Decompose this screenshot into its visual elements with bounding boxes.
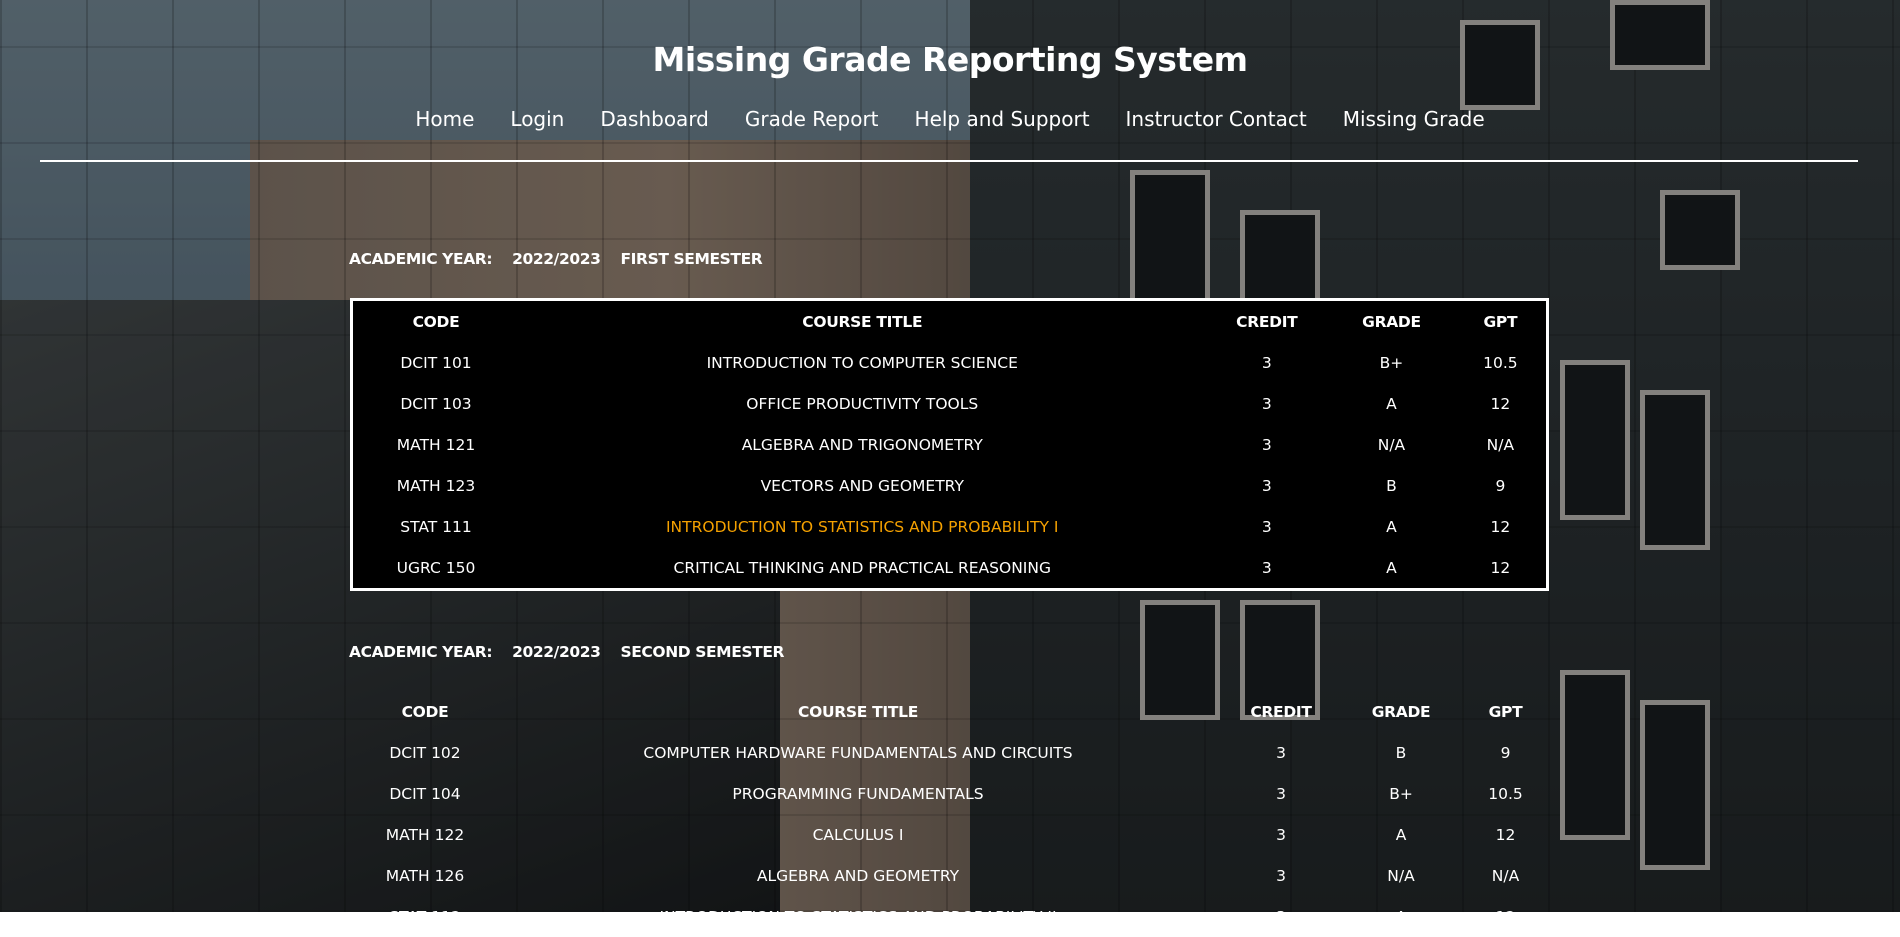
first-semester-grades-table: CODE COURSE TITLE CREDIT GRADE GPT DCIT … bbox=[350, 298, 1549, 591]
course-title: INTRODUCTION TO STATISTICS AND PROBABILI… bbox=[659, 907, 1057, 926]
column-header-credit: CREDIT bbox=[1250, 702, 1312, 721]
nav-help-and-support[interactable]: Help and Support bbox=[915, 107, 1090, 131]
course-grade: A bbox=[1395, 825, 1407, 844]
table-row: MATH 123 VECTORS AND GEOMETRY 3 B 9 bbox=[352, 465, 1548, 506]
table-row: STAT 112 INTRODUCTION TO STATISTICS AND … bbox=[350, 896, 1555, 937]
column-header-gpt: GPT bbox=[1483, 312, 1518, 331]
course-gpt: 12 bbox=[1490, 394, 1511, 413]
course-code: DCIT 102 bbox=[389, 743, 461, 762]
table-row: UGRC 150 CRITICAL THINKING AND PRACTICAL… bbox=[352, 547, 1548, 590]
course-gpt: 12 bbox=[1490, 517, 1511, 536]
course-title: PROGRAMMING FUNDAMENTALS bbox=[732, 784, 984, 803]
course-gpt: 12 bbox=[1495, 907, 1516, 926]
academic-year-value: 2022/2023 bbox=[512, 643, 601, 661]
course-code: MATH 123 bbox=[396, 476, 476, 495]
column-header-code: CODE bbox=[401, 702, 449, 721]
course-title: COMPUTER HARDWARE FUNDAMENTALS AND CIRCU… bbox=[643, 743, 1073, 762]
course-credit: 3 bbox=[1261, 353, 1272, 372]
semester-name: SECOND SEMESTER bbox=[620, 643, 785, 661]
course-gpt: 12 bbox=[1490, 558, 1511, 577]
semester-heading: ACADEMIC YEAR: 2022/2023 SECOND SEMESTER bbox=[349, 643, 784, 661]
course-grade: N/A bbox=[1387, 866, 1415, 885]
course-credit: 3 bbox=[1261, 394, 1272, 413]
course-code: MATH 121 bbox=[396, 435, 476, 454]
column-header-course-title: COURSE TITLE bbox=[798, 702, 918, 721]
column-header-gpt: GPT bbox=[1488, 702, 1523, 721]
course-grade: A bbox=[1395, 907, 1407, 926]
course-code: MATH 126 bbox=[385, 866, 465, 885]
table-row-highlighted: STAT 111 INTRODUCTION TO STATISTICS AND … bbox=[352, 506, 1548, 547]
course-credit: 3 bbox=[1276, 866, 1286, 885]
course-grade: B+ bbox=[1389, 784, 1413, 803]
course-grade: B bbox=[1395, 743, 1407, 762]
semester-name: FIRST SEMESTER bbox=[620, 250, 763, 268]
course-gpt: 10.5 bbox=[1483, 353, 1518, 372]
course-title: CALCULUS I bbox=[812, 825, 904, 844]
course-code: DCIT 104 bbox=[389, 784, 461, 803]
course-credit: 3 bbox=[1261, 558, 1272, 577]
academic-year-value: 2022/2023 bbox=[512, 250, 601, 268]
course-title: ALGEBRA AND GEOMETRY bbox=[756, 866, 960, 885]
table-row: MATH 126 ALGEBRA AND GEOMETRY 3 N/A N/A bbox=[350, 855, 1555, 896]
course-gpt: 9 bbox=[1495, 476, 1506, 495]
nav-dashboard[interactable]: Dashboard bbox=[600, 107, 709, 131]
table-header-row: CODE COURSE TITLE CREDIT GRADE GPT bbox=[352, 300, 1548, 343]
column-header-code: CODE bbox=[412, 312, 460, 331]
nav-grade-report[interactable]: Grade Report bbox=[745, 107, 879, 131]
header-divider bbox=[40, 160, 1858, 162]
table-header-row: CODE COURSE TITLE CREDIT GRADE GPT bbox=[350, 691, 1555, 732]
course-gpt: 12 bbox=[1495, 825, 1516, 844]
course-title-link[interactable]: INTRODUCTION TO STATISTICS AND PROBABILI… bbox=[519, 506, 1205, 547]
course-grade: N/A bbox=[1377, 435, 1406, 454]
course-credit: 3 bbox=[1261, 435, 1272, 454]
course-gpt: 9 bbox=[1500, 743, 1511, 762]
table-row: DCIT 101 INTRODUCTION TO COMPUTER SCIENC… bbox=[352, 342, 1548, 383]
course-title: ALGEBRA AND TRIGONOMETRY bbox=[741, 435, 983, 454]
course-title: OFFICE PRODUCTIVITY TOOLS bbox=[746, 394, 979, 413]
semester-heading: ACADEMIC YEAR: 2022/2023 FIRST SEMESTER bbox=[349, 250, 763, 268]
table-row: MATH 121 ALGEBRA AND TRIGONOMETRY 3 N/A … bbox=[352, 424, 1548, 465]
course-gpt: N/A bbox=[1486, 435, 1515, 454]
nav-home[interactable]: Home bbox=[415, 107, 474, 131]
course-credit: 3 bbox=[1276, 743, 1286, 762]
course-code: STAT 112 bbox=[389, 907, 461, 926]
nav-login[interactable]: Login bbox=[510, 107, 564, 131]
course-credit: 3 bbox=[1276, 825, 1286, 844]
course-gpt: 10.5 bbox=[1488, 784, 1523, 803]
course-code: MATH 122 bbox=[385, 825, 465, 844]
course-title: INTRODUCTION TO COMPUTER SCIENCE bbox=[706, 353, 1018, 372]
column-header-grade: GRADE bbox=[1362, 312, 1421, 331]
main-nav: Home Login Dashboard Grade Report Help a… bbox=[0, 107, 1900, 131]
table-row: MATH 122 CALCULUS I 3 A 12 bbox=[350, 814, 1555, 855]
course-title: CRITICAL THINKING AND PRACTICAL REASONIN… bbox=[673, 558, 1051, 577]
course-grade: B+ bbox=[1379, 353, 1404, 372]
course-credit: 3 bbox=[1261, 476, 1272, 495]
second-semester-grades-table: CODE COURSE TITLE CREDIT GRADE GPT DCIT … bbox=[350, 691, 1555, 937]
course-code: UGRC 150 bbox=[396, 558, 476, 577]
course-title: VECTORS AND GEOMETRY bbox=[760, 476, 964, 495]
academic-year-label: ACADEMIC YEAR: bbox=[349, 250, 493, 268]
course-credit: 3 bbox=[1261, 517, 1272, 536]
course-code: STAT 111 bbox=[400, 517, 472, 536]
table-row: DCIT 103 OFFICE PRODUCTIVITY TOOLS 3 A 1… bbox=[352, 383, 1548, 424]
site-title: Missing Grade Reporting System bbox=[652, 40, 1248, 79]
course-gpt: N/A bbox=[1491, 866, 1520, 885]
column-header-course-title: COURSE TITLE bbox=[802, 312, 923, 331]
page: Missing Grade Reporting System Home Logi… bbox=[0, 0, 1900, 926]
academic-year-label: ACADEMIC YEAR: bbox=[349, 643, 493, 661]
course-grade: A bbox=[1386, 558, 1397, 577]
table-row: DCIT 104 PROGRAMMING FUNDAMENTALS 3 B+ 1… bbox=[350, 773, 1555, 814]
table-row: DCIT 102 COMPUTER HARDWARE FUNDAMENTALS … bbox=[350, 732, 1555, 773]
course-credit: 3 bbox=[1276, 907, 1286, 926]
column-header-grade: GRADE bbox=[1371, 702, 1431, 721]
course-grade: A bbox=[1386, 394, 1397, 413]
course-code: DCIT 103 bbox=[400, 394, 472, 413]
nav-missing-grade[interactable]: Missing Grade bbox=[1343, 107, 1485, 131]
course-credit: 3 bbox=[1276, 784, 1286, 803]
nav-instructor-contact[interactable]: Instructor Contact bbox=[1126, 107, 1307, 131]
course-grade: A bbox=[1386, 517, 1397, 536]
column-header-credit: CREDIT bbox=[1236, 312, 1298, 331]
course-code: DCIT 101 bbox=[400, 353, 472, 372]
course-grade: B bbox=[1386, 476, 1397, 495]
